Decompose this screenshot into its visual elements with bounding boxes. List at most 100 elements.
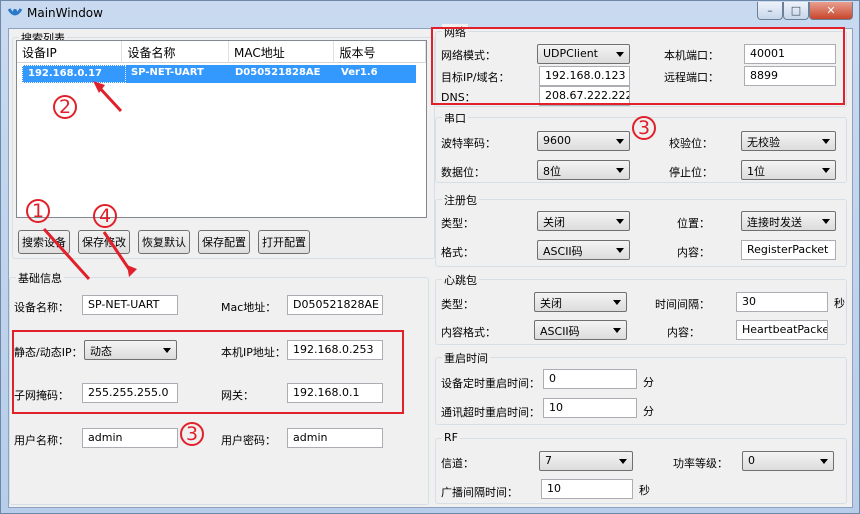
window-title: MainWindow bbox=[27, 6, 103, 20]
heartbeat-interval-field[interactable]: 30 bbox=[736, 292, 828, 312]
heartbeat-content-label: 内容： bbox=[667, 326, 700, 339]
network-highlight-box bbox=[431, 27, 845, 105]
timeout-restart-field[interactable]: 10 bbox=[543, 398, 637, 418]
baud-value: 9600 bbox=[543, 134, 571, 147]
search-device-button[interactable]: 搜索设备 bbox=[18, 230, 70, 254]
heartbeat-format-label: 内容格式： bbox=[441, 326, 496, 339]
chevron-down-icon bbox=[616, 168, 624, 173]
timeout-restart-label: 通讯超时重启时间： bbox=[441, 406, 540, 419]
heartbeat-format-value: ASCII码 bbox=[540, 325, 580, 338]
table-header: 设备IP 设备名称 MAC地址 版本号 bbox=[17, 41, 427, 63]
heartbeat-interval-label: 时间间隔： bbox=[655, 298, 710, 311]
heartbeat-type-label: 类型： bbox=[441, 298, 474, 311]
heartbeat-format-select[interactable]: ASCII码 bbox=[534, 320, 627, 340]
power-label: 功率等级： bbox=[673, 457, 728, 470]
restore-default-button[interactable]: 恢复默认 bbox=[138, 230, 190, 254]
col-device-name[interactable]: 设备名称 bbox=[122, 41, 229, 63]
password-field[interactable]: admin bbox=[287, 428, 383, 448]
close-button[interactable]: ✕ bbox=[809, 2, 853, 20]
rf-title: RF bbox=[442, 431, 460, 444]
register-position-label: 位置： bbox=[677, 217, 710, 230]
col-device-ip[interactable]: 设备IP bbox=[17, 41, 123, 63]
heartbeat-content-field[interactable]: HeartbeatPacke bbox=[736, 320, 828, 340]
register-type-value: 关闭 bbox=[543, 216, 565, 229]
mac-field[interactable]: D050521828AE bbox=[287, 295, 383, 315]
register-content-field[interactable]: RegisterPacket bbox=[741, 240, 836, 260]
chevron-down-icon bbox=[619, 459, 627, 464]
arrow-head-save bbox=[127, 265, 137, 277]
mac-label: Mac地址： bbox=[221, 301, 277, 314]
annotation-1: 1 bbox=[26, 199, 50, 223]
save-modify-button[interactable]: 保存修改 bbox=[78, 230, 130, 254]
register-type-select[interactable]: 关闭 bbox=[537, 211, 630, 231]
device-name-field[interactable]: SP-NET-UART bbox=[82, 295, 178, 315]
maximize-button[interactable]: □ bbox=[783, 2, 809, 20]
search-list-group: 搜索列表 设备IP 设备名称 MAC地址 版本号 192.168.0.17 SP… bbox=[12, 30, 435, 259]
register-position-value: 连接时发送 bbox=[747, 216, 802, 229]
chevron-down-icon bbox=[613, 300, 621, 305]
databits-label: 数据位： bbox=[441, 166, 485, 179]
main-window: MainWindow – □ ✕ 搜索列表 设备IP 设备名称 MAC地址 版本… bbox=[0, 0, 860, 514]
stopbits-value: 1位 bbox=[747, 165, 765, 178]
baud-select[interactable]: 9600 bbox=[537, 131, 630, 151]
databits-select[interactable]: 8位 bbox=[537, 160, 630, 180]
stopbits-select[interactable]: 1位 bbox=[741, 160, 836, 180]
broadcast-interval-unit: 秒 bbox=[639, 484, 650, 497]
device-table[interactable]: 设备IP 设备名称 MAC地址 版本号 192.168.0.17 SP-NET-… bbox=[16, 40, 427, 218]
open-config-button[interactable]: 打开配置 bbox=[258, 230, 310, 254]
timed-restart-unit: 分 bbox=[643, 376, 654, 389]
chevron-down-icon bbox=[822, 219, 830, 224]
register-position-select[interactable]: 连接时发送 bbox=[741, 211, 836, 231]
device-name-label: 设备名称： bbox=[14, 301, 69, 314]
power-select[interactable]: 0 bbox=[742, 451, 834, 471]
channel-select[interactable]: 7 bbox=[539, 451, 633, 471]
cell-mac: D050521828AE bbox=[235, 67, 321, 78]
timed-restart-field[interactable]: 0 bbox=[543, 369, 637, 389]
databits-value: 8位 bbox=[543, 165, 561, 178]
register-format-label: 格式： bbox=[441, 246, 474, 259]
power-value: 0 bbox=[748, 454, 755, 467]
annotation-3-top: 3 bbox=[632, 116, 656, 140]
app-icon bbox=[7, 8, 23, 16]
chevron-down-icon bbox=[616, 219, 624, 224]
register-title: 注册包 bbox=[442, 192, 479, 208]
register-content-label: 内容： bbox=[677, 246, 710, 259]
save-config-button[interactable]: 保存配置 bbox=[198, 230, 250, 254]
broadcast-interval-field[interactable]: 10 bbox=[541, 479, 633, 499]
register-format-select[interactable]: ASCII码 bbox=[537, 240, 630, 260]
table-row[interactable]: 192.168.0.17 SP-NET-UART D050521828AE Ve… bbox=[22, 65, 416, 83]
cell-version: Ver1.6 bbox=[341, 67, 378, 78]
parity-select[interactable]: 无校验 bbox=[741, 131, 836, 151]
parity-label: 校验位： bbox=[669, 137, 713, 150]
chevron-down-icon bbox=[820, 459, 828, 464]
chevron-down-icon bbox=[822, 139, 830, 144]
heartbeat-type-value: 关闭 bbox=[540, 297, 562, 310]
basic-info-title: 基础信息 bbox=[16, 270, 64, 286]
heartbeat-type-select[interactable]: 关闭 bbox=[534, 292, 627, 312]
channel-label: 信道： bbox=[441, 457, 474, 470]
chevron-down-icon bbox=[616, 248, 624, 253]
col-version[interactable]: 版本号 bbox=[334, 41, 427, 63]
annotation-3-bottom: 3 bbox=[180, 422, 204, 446]
client-area: 搜索列表 设备IP 设备名称 MAC地址 版本号 192.168.0.17 SP… bbox=[8, 24, 853, 508]
parity-value: 无校验 bbox=[747, 136, 780, 149]
timed-restart-label: 设备定时重启时间： bbox=[441, 377, 540, 390]
register-type-label: 类型： bbox=[441, 217, 474, 230]
chevron-down-icon bbox=[613, 328, 621, 333]
cell-name: SP-NET-UART bbox=[131, 67, 204, 78]
serial-title: 串口 bbox=[442, 110, 468, 126]
username-field[interactable]: admin bbox=[82, 428, 178, 448]
minimize-button[interactable]: – bbox=[757, 2, 783, 20]
user-label: 用户名称： bbox=[14, 434, 69, 447]
chevron-down-icon bbox=[822, 168, 830, 173]
password-label: 用户密码： bbox=[221, 434, 276, 447]
title-bar[interactable]: MainWindow – □ ✕ bbox=[1, 1, 859, 27]
channel-value: 7 bbox=[545, 454, 552, 467]
cell-ip: 192.168.0.17 bbox=[22, 65, 126, 83]
heartbeat-interval-unit: 秒 bbox=[834, 297, 845, 310]
col-mac[interactable]: MAC地址 bbox=[229, 41, 335, 63]
broadcast-interval-label: 广播间隔时间： bbox=[441, 486, 518, 499]
heartbeat-title: 心跳包 bbox=[442, 272, 479, 288]
annotation-4: 4 bbox=[93, 204, 117, 228]
stopbits-label: 停止位： bbox=[669, 166, 713, 179]
